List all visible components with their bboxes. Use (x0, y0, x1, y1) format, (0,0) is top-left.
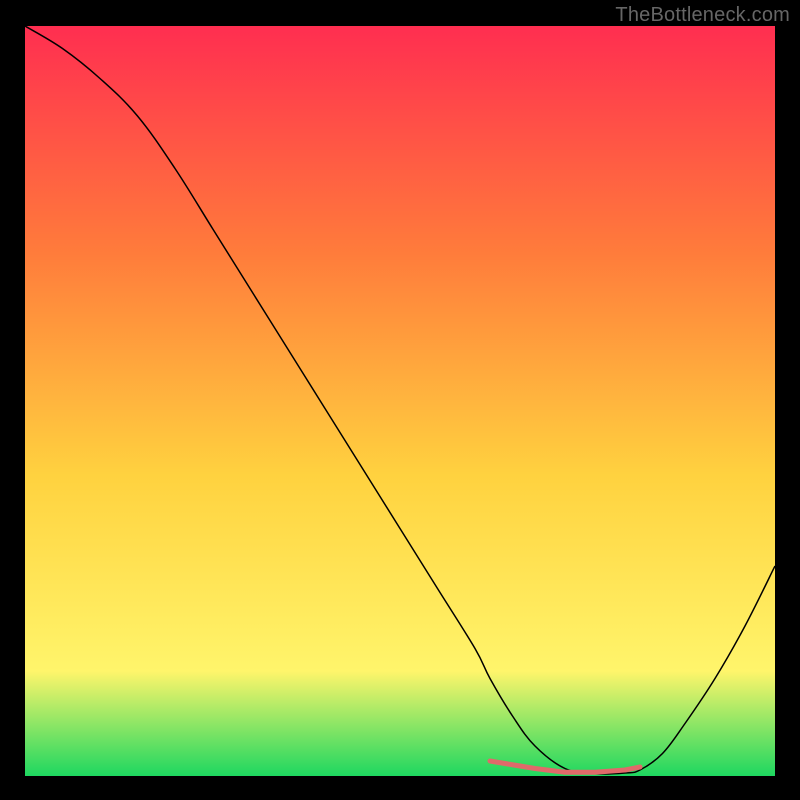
plot-svg (25, 26, 775, 776)
plot-area (25, 26, 775, 776)
chart-frame: TheBottleneck.com (0, 0, 800, 800)
gradient-background (25, 26, 775, 776)
watermark-text: TheBottleneck.com (615, 4, 790, 27)
